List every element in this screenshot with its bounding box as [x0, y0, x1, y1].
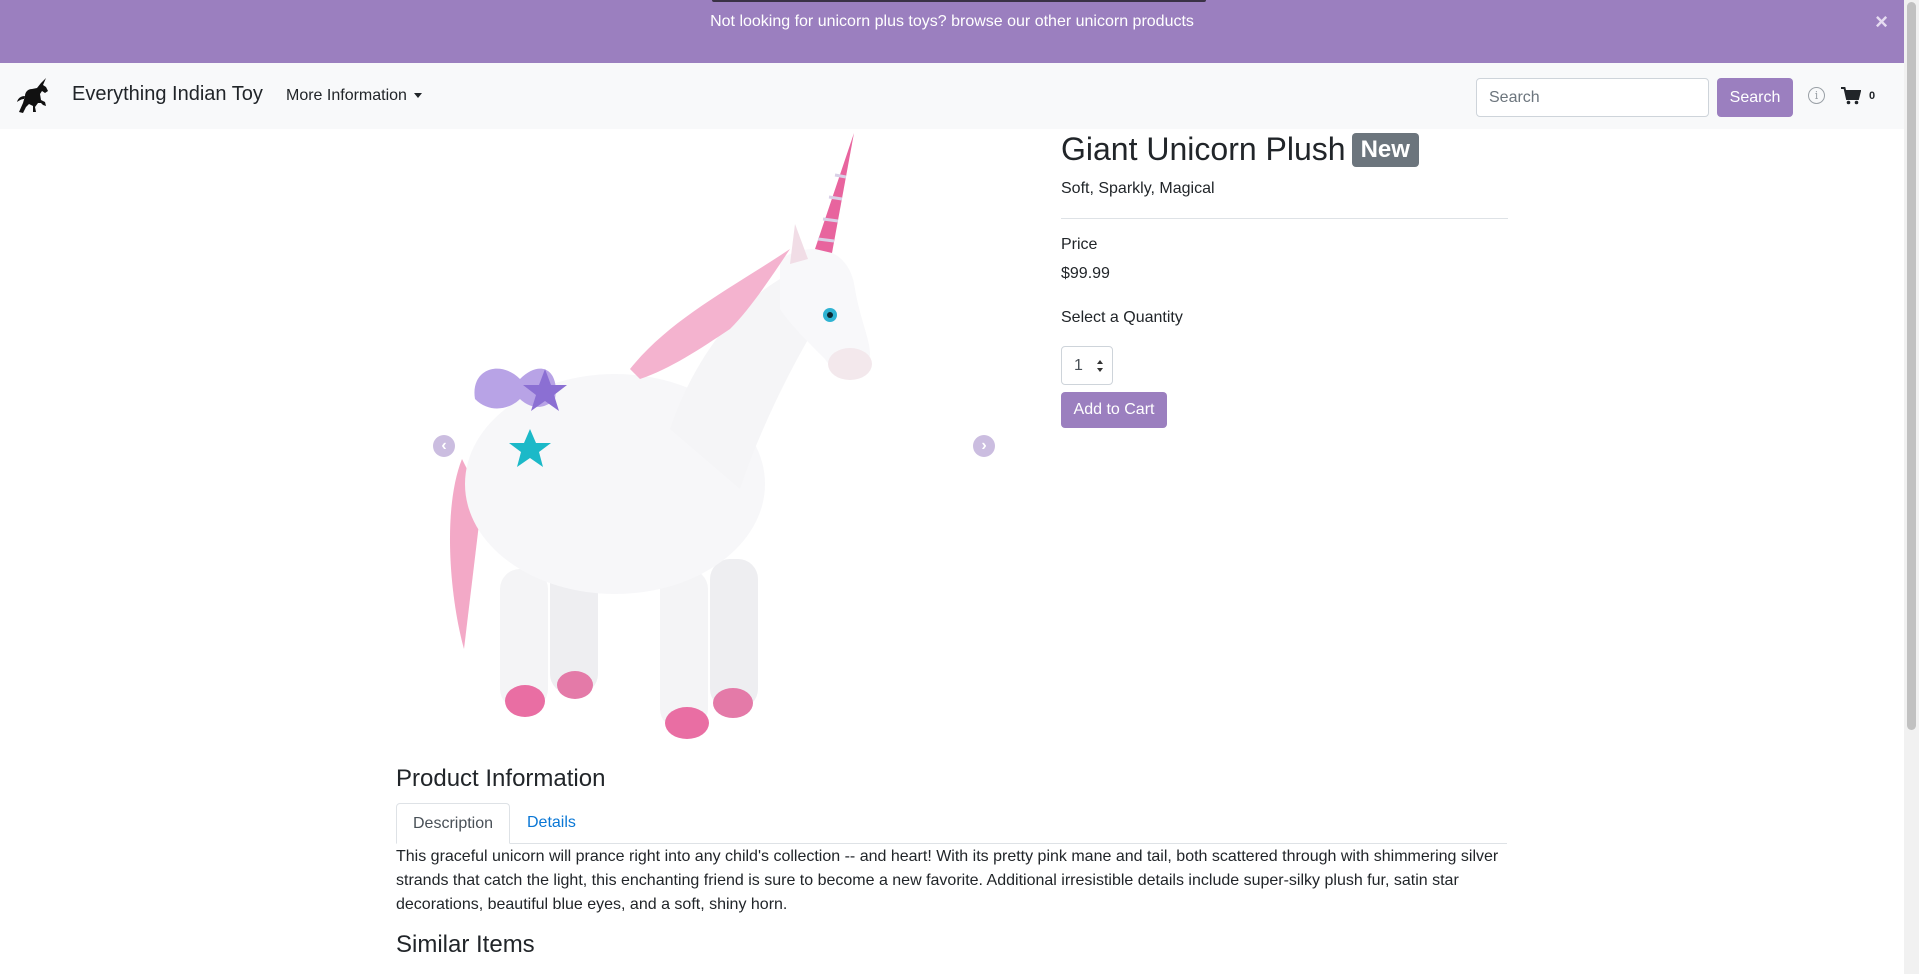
quantity-select[interactable]: 1 [1061, 346, 1113, 385]
promo-top-strip [712, 0, 1206, 2]
promo-text: Not looking for unicorn plus toys? brows… [710, 13, 1194, 30]
carousel-next-button[interactable]: › [973, 435, 995, 457]
product-subtitle: Soft, Sparkly, Magical [1061, 180, 1215, 197]
similar-items-heading: Similar Items [396, 931, 535, 958]
search-input[interactable] [1476, 78, 1709, 117]
scrollbar-thumb[interactable] [1907, 2, 1916, 730]
unicorn-logo-icon[interactable] [13, 76, 53, 116]
price-value: $99.99 [1061, 265, 1110, 282]
brand-name[interactable]: Everything Indian Toy [72, 83, 263, 106]
product-info-tabs: Description Details [396, 803, 1507, 844]
page-scrollbar[interactable] [1904, 0, 1919, 974]
search-button[interactable]: Search [1717, 78, 1793, 117]
close-icon[interactable]: × [1875, 9, 1888, 35]
more-information-label: More Information [286, 87, 407, 104]
quantity-label: Select a Quantity [1061, 309, 1183, 326]
description-text: This graceful unicorn will prance right … [396, 848, 1499, 913]
product-title: Giant Unicorn Plush [1061, 131, 1346, 167]
navbar: Everything Indian Toy More Information S… [0, 63, 1904, 129]
product-information-heading: Product Information [396, 765, 606, 792]
product-title-row: Giant Unicorn Plush New [1061, 131, 1419, 168]
select-arrows-icon [1097, 360, 1103, 372]
add-to-cart-button[interactable]: Add to Cart [1061, 392, 1167, 428]
caret-down-icon [413, 93, 422, 99]
shopping-cart-icon[interactable] [1841, 87, 1861, 105]
tab-details[interactable]: Details [527, 803, 576, 844]
quantity-value: 1 [1074, 357, 1083, 374]
unicorn-plush-image [449, 133, 872, 739]
product-image-carousel: ‹ › [430, 129, 1001, 745]
promo-banner: Not looking for unicorn plus toys? brows… [0, 0, 1904, 63]
cart-count: 0 [1869, 90, 1876, 102]
tab-description[interactable]: Description [396, 803, 510, 844]
price-label: Price [1061, 236, 1098, 253]
carousel-prev-button[interactable]: ‹ [433, 435, 455, 457]
new-badge: New [1351, 132, 1419, 167]
divider [1061, 218, 1508, 219]
info-circle-icon[interactable]: i [1808, 87, 1825, 104]
more-information-dropdown[interactable]: More Information [286, 87, 422, 105]
